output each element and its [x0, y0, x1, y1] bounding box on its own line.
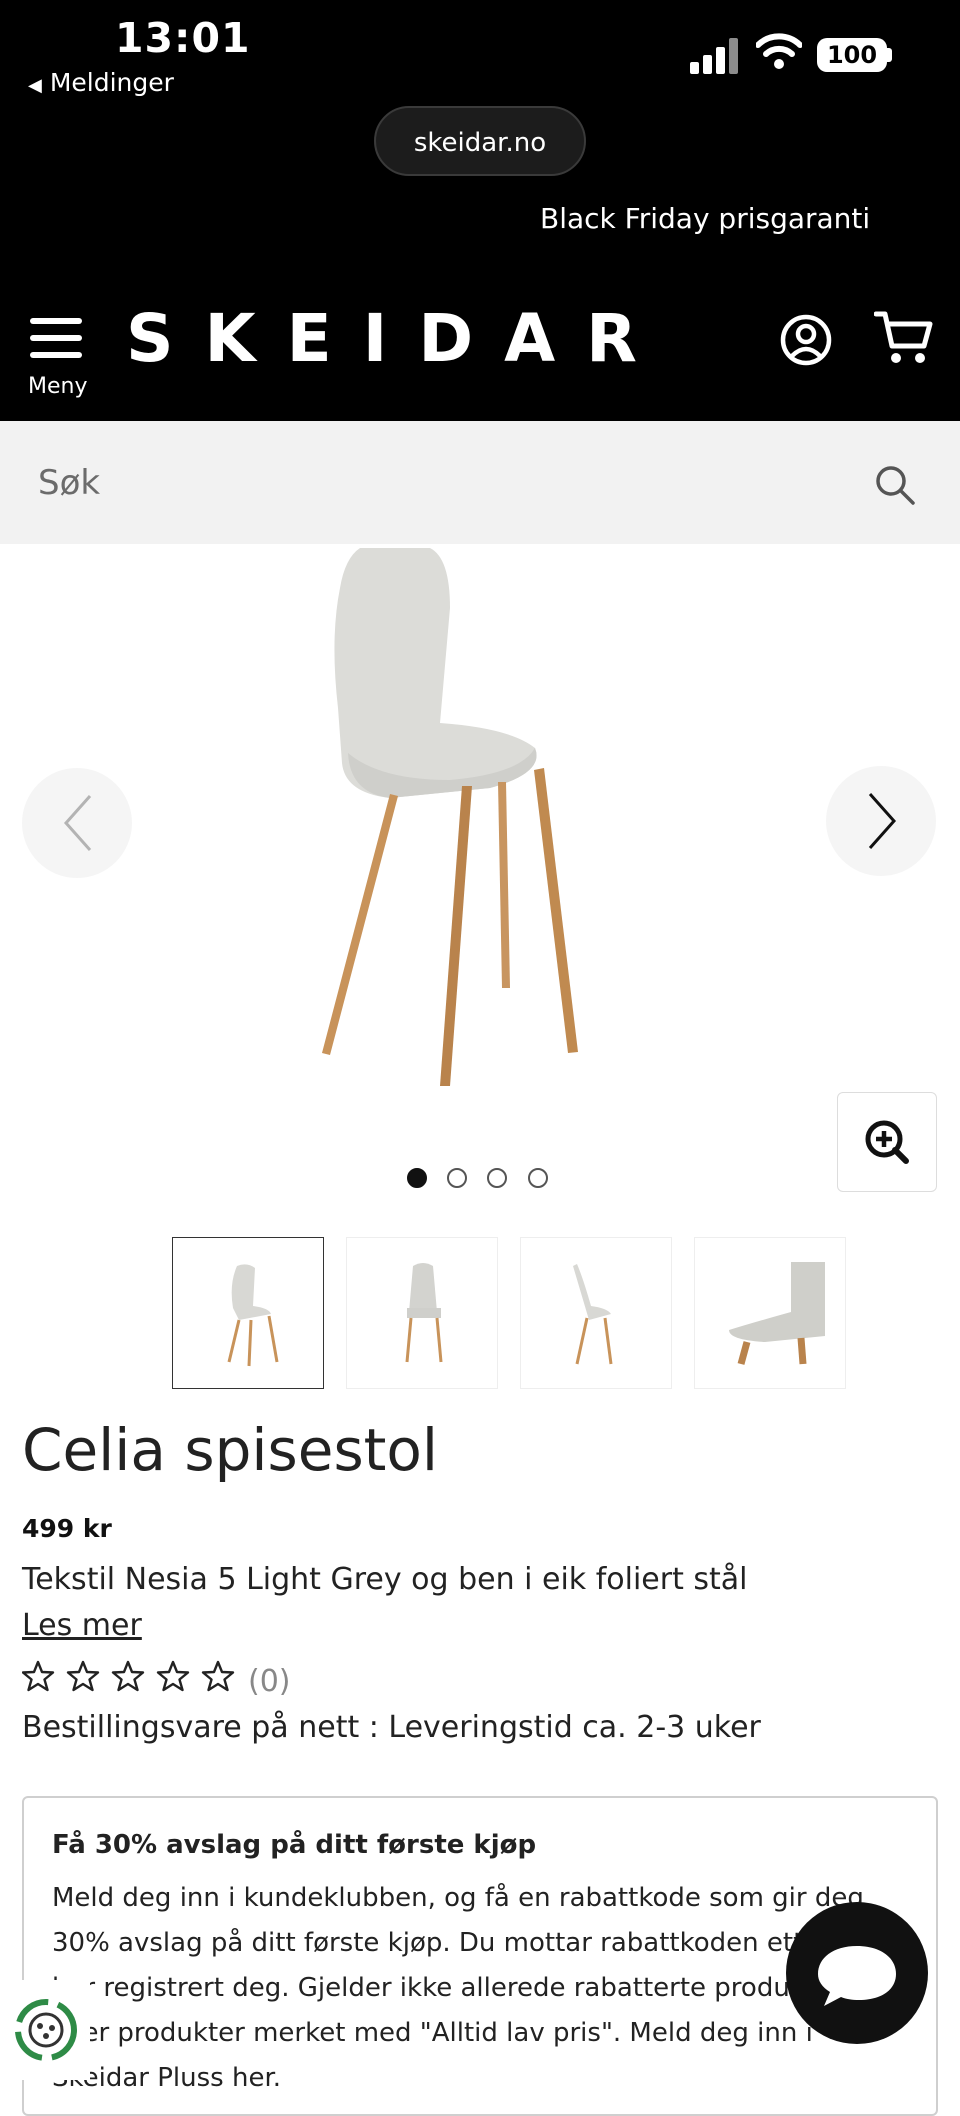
club-offer-text: Meld deg inn i kundeklubben, og få en ra…	[52, 1883, 872, 2093]
chevron-left-icon	[63, 795, 92, 851]
zoom-button[interactable]	[837, 1092, 937, 1192]
read-more-link[interactable]: Les mer	[22, 1608, 142, 1643]
back-triangle-icon: ◀	[28, 75, 42, 96]
product-title: Celia spisestol	[22, 1416, 438, 1484]
next-image-button[interactable]	[826, 766, 936, 876]
rating-stars[interactable]	[21, 1660, 242, 1698]
product-price: 499 kr	[22, 1514, 112, 1543]
cart-icon[interactable]	[873, 310, 934, 370]
carousel-dot[interactable]	[528, 1168, 548, 1188]
cellular-signal-icon	[690, 36, 740, 74]
eco-badge[interactable]	[0, 1980, 90, 2080]
search-icon[interactable]	[874, 464, 916, 510]
star-icon	[201, 1660, 235, 1692]
thumbnail[interactable]	[520, 1237, 672, 1389]
rating-count[interactable]: (0)	[248, 1664, 291, 1699]
skeidar-logo[interactable]: SKEIDAR	[126, 300, 668, 377]
menu-hamburger-icon[interactable]	[30, 318, 82, 369]
club-offer-title: Få 30% avslag på ditt første kjøp	[52, 1830, 537, 1860]
recycle-icon	[15, 1999, 77, 2061]
menu-label[interactable]: Meny	[28, 374, 87, 399]
thumbnail[interactable]	[346, 1237, 498, 1389]
product-main-image[interactable]	[300, 544, 660, 1102]
back-to-messages-link[interactable]: ◀ Meldinger	[28, 68, 174, 97]
chevron-right-icon	[868, 793, 897, 849]
battery-indicator: 100	[817, 38, 887, 72]
previous-image-button[interactable]	[22, 768, 132, 878]
search-bar	[0, 421, 960, 544]
thumbnail[interactable]	[694, 1237, 846, 1389]
chat-button[interactable]	[786, 1902, 928, 2044]
carousel-dot[interactable]	[447, 1168, 467, 1188]
search-input[interactable]	[36, 451, 840, 515]
promo-link[interactable]: Black Friday prisgaranti	[540, 202, 870, 235]
back-label: Meldinger	[49, 68, 174, 97]
zoom-in-icon	[865, 1120, 909, 1164]
account-icon[interactable]	[780, 314, 832, 370]
star-icon	[21, 1660, 55, 1692]
battery-tip	[887, 48, 892, 62]
wifi-icon	[755, 32, 803, 74]
carousel-dot[interactable]	[407, 1168, 427, 1188]
chat-bubble-icon	[818, 1946, 896, 2006]
delivery-info: Bestillingsvare på nett : Leveringstid c…	[22, 1710, 761, 1745]
thumbnail[interactable]	[172, 1237, 324, 1389]
url-bar[interactable]: skeidar.no	[374, 106, 586, 176]
star-icon	[156, 1660, 190, 1692]
product-description: Tekstil Nesia 5 Light Grey og ben i eik …	[22, 1562, 748, 1597]
star-icon	[111, 1660, 145, 1692]
carousel-dot[interactable]	[487, 1168, 507, 1188]
star-icon	[66, 1660, 100, 1692]
status-time: 13:01	[115, 14, 251, 62]
